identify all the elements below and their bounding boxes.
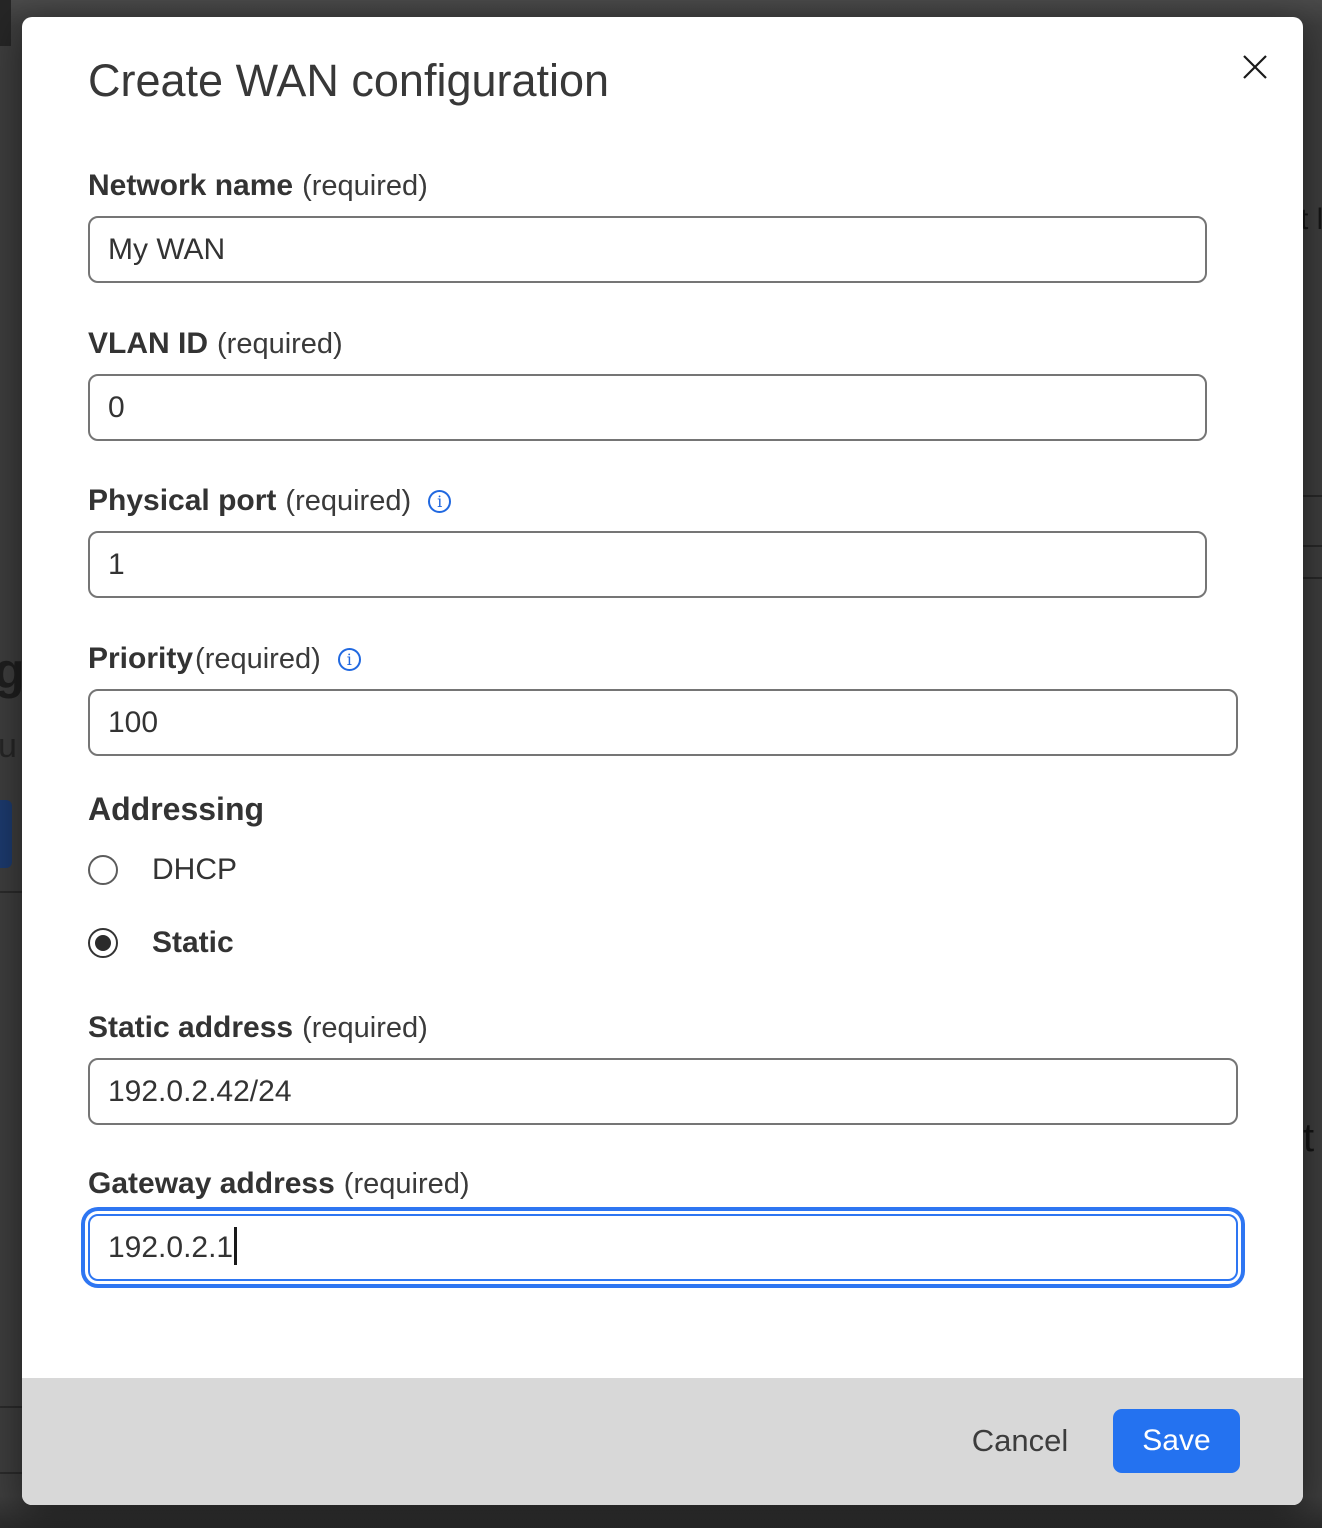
- background-right-strip: t l t: [1303, 0, 1322, 1528]
- static-address-input[interactable]: [88, 1058, 1238, 1125]
- background-button-fragment: [0, 800, 12, 868]
- dim-overlay: g u t l t Create WAN configuration Netwo…: [0, 0, 1322, 1528]
- addressing-heading: Addressing: [88, 791, 264, 828]
- create-wan-dialog: Create WAN configuration Network name (r…: [22, 17, 1303, 1505]
- page-title: Create WAN configuration: [88, 55, 609, 107]
- radio-option-dhcp[interactable]: DHCP: [88, 853, 237, 887]
- dialog-footer: Cancel Save: [22, 1378, 1303, 1505]
- field-vlan-id: VLAN ID (required): [88, 325, 1207, 441]
- radio-option-static[interactable]: Static: [88, 926, 234, 960]
- field-physical-port: Physical port (required) i: [88, 482, 1207, 598]
- info-icon[interactable]: i: [338, 648, 361, 671]
- background-text-fragment: g: [0, 642, 25, 700]
- background-text-fragment: t: [1303, 1116, 1314, 1161]
- save-button[interactable]: Save: [1113, 1409, 1240, 1473]
- background-corner-fragment: [0, 0, 11, 46]
- static-address-label: Static address (required): [88, 1009, 1238, 1047]
- close-icon: [1240, 52, 1270, 85]
- cancel-button[interactable]: Cancel: [930, 1408, 1110, 1474]
- physical-port-input[interactable]: [88, 531, 1207, 598]
- close-button[interactable]: [1234, 47, 1276, 89]
- gateway-address-label: Gateway address (required): [88, 1165, 1238, 1203]
- radio-label-dhcp: DHCP: [152, 853, 237, 887]
- gateway-address-input[interactable]: [88, 1214, 1238, 1281]
- radio-dot: [95, 935, 111, 951]
- field-priority: Priority (required) i: [88, 640, 1238, 756]
- info-icon[interactable]: i: [428, 490, 451, 513]
- physical-port-label: Physical port (required) i: [88, 482, 1207, 520]
- background-divider: [1303, 495, 1322, 497]
- background-text-fragment: t l: [1303, 203, 1322, 237]
- network-name-input[interactable]: [88, 216, 1207, 283]
- background-text-fragment: u: [0, 727, 17, 766]
- priority-label: Priority (required) i: [88, 640, 1238, 678]
- vlan-id-input[interactable]: [88, 374, 1207, 441]
- text-cursor: [234, 1227, 237, 1265]
- background-divider: [1303, 577, 1322, 579]
- vlan-id-label: VLAN ID (required): [88, 325, 1207, 363]
- field-static-address: Static address (required): [88, 1009, 1238, 1125]
- background-divider: [1303, 545, 1322, 547]
- field-network-name: Network name (required): [88, 167, 1207, 283]
- field-gateway-address: Gateway address (required): [88, 1165, 1238, 1281]
- radio-unselected-icon[interactable]: [88, 855, 118, 885]
- network-name-label: Network name (required): [88, 167, 1207, 205]
- radio-label-static: Static: [152, 926, 234, 960]
- priority-input[interactable]: [88, 689, 1238, 756]
- radio-selected-icon[interactable]: [88, 928, 118, 958]
